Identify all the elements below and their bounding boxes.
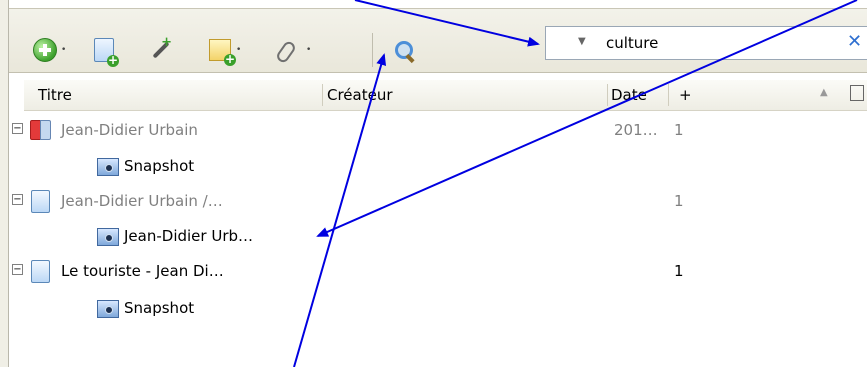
new-note-icon — [209, 39, 236, 66]
add-page-icon — [94, 38, 119, 67]
add-by-identifier-button[interactable] — [146, 35, 172, 63]
item-count: 1 — [674, 192, 684, 210]
new-item-button[interactable] — [32, 37, 58, 63]
item-title: Snapshot — [124, 157, 195, 175]
snapshot-icon — [97, 228, 119, 246]
add-attachment-button[interactable] — [273, 37, 299, 63]
items-table-header: Titre Créateur Date + ▲ — [24, 80, 867, 111]
item-title: Jean-Didier Urbain — [61, 121, 198, 139]
document-icon — [31, 260, 50, 283]
item-count: 1 — [674, 121, 684, 139]
magic-wand-icon — [148, 35, 172, 61]
collapse-toggle[interactable]: − — [12, 264, 23, 275]
new-item-icon — [33, 38, 57, 62]
column-divider[interactable] — [322, 84, 323, 106]
table-row[interactable]: Jean-Didier Urb… — [24, 219, 867, 253]
table-row[interactable]: Snapshot — [24, 291, 867, 325]
column-header-creator[interactable]: Créateur — [327, 86, 393, 104]
table-row[interactable]: Snapshot — [24, 149, 867, 183]
new-item-dropdown-icon[interactable]: • — [61, 45, 66, 55]
window-left-frame — [0, 0, 8, 367]
new-note-dropdown-icon[interactable]: • — [236, 45, 241, 55]
book-icon — [30, 120, 51, 140]
toolbar-separator — [372, 33, 373, 67]
item-count: 1 — [674, 262, 684, 280]
column-header-date[interactable]: Date — [611, 86, 647, 104]
table-row[interactable]: − Le touriste - Jean Di… 1 — [12, 254, 867, 288]
attachment-dropdown-icon[interactable]: • — [306, 45, 311, 55]
collapse-toggle[interactable]: − — [12, 194, 23, 205]
advanced-search-button[interactable] — [391, 37, 417, 63]
item-title: Jean-Didier Urb… — [124, 227, 254, 245]
item-date: 201… — [614, 121, 658, 139]
new-note-button[interactable] — [207, 37, 236, 66]
paperclip-icon — [276, 39, 296, 61]
column-divider[interactable] — [668, 84, 669, 106]
search-value[interactable]: culture — [606, 34, 658, 52]
snapshot-icon — [97, 300, 119, 318]
sort-ascending-icon: ▲ — [820, 87, 828, 98]
document-icon — [31, 190, 50, 213]
table-row[interactable]: − Jean-Didier Urbain 201… 1 — [12, 113, 867, 147]
column-header-extra[interactable]: + — [679, 86, 692, 104]
collapse-toggle[interactable]: − — [12, 123, 23, 134]
search-mode-dropdown-icon[interactable]: ▼ — [578, 36, 586, 47]
add-from-page-button[interactable] — [91, 37, 119, 67]
quick-search-input[interactable]: ▼ culture ✕ — [545, 26, 867, 60]
column-picker-icon[interactable] — [850, 85, 864, 101]
magnifier-icon — [393, 39, 415, 61]
item-title: Jean-Didier Urbain /… — [61, 192, 223, 210]
column-header-title[interactable]: Titre — [38, 86, 72, 104]
item-title: Snapshot — [124, 299, 195, 317]
table-row[interactable]: − Jean-Didier Urbain /… 1 — [12, 184, 867, 218]
item-title: Le touriste - Jean Di… — [61, 262, 224, 280]
column-divider[interactable] — [607, 84, 608, 106]
clear-search-icon[interactable]: ✕ — [847, 31, 862, 52]
toolbar-divider — [9, 72, 867, 73]
snapshot-icon — [97, 158, 119, 176]
